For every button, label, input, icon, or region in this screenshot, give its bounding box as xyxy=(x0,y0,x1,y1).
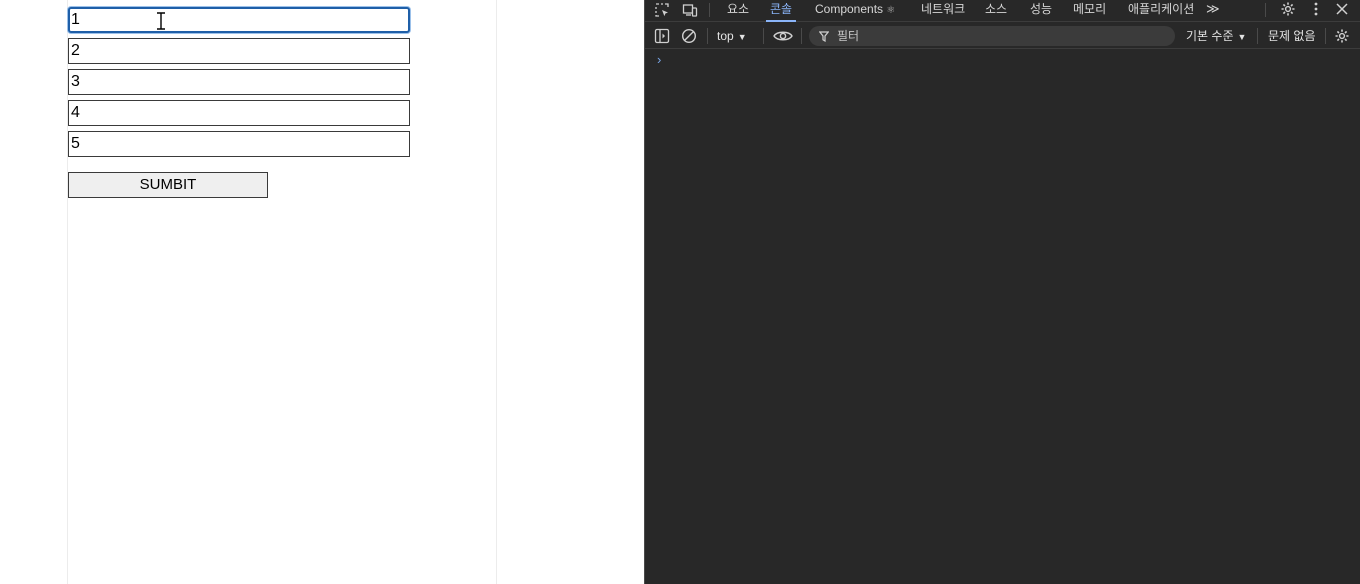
toolbar-separator xyxy=(1257,28,1258,44)
devtools-panel: 요소 콘솔 Components ⚛ 네트워크 소스 성능 메모리 애플리케이션… xyxy=(644,0,1360,584)
toolbar-separator xyxy=(763,28,764,44)
toolbar-separator xyxy=(707,28,708,44)
toolbar-separator xyxy=(1325,28,1326,44)
toolbar-separator xyxy=(801,28,802,44)
tab-elements[interactable]: 요소 xyxy=(727,0,749,22)
eye-icon[interactable] xyxy=(773,27,793,45)
chevron-down-icon: ▼ xyxy=(1237,32,1247,42)
sidebar-toggle-icon[interactable] xyxy=(653,27,671,45)
issues-count[interactable]: 문제 없음 xyxy=(1268,27,1316,45)
tab-sources[interactable]: 소스 xyxy=(985,0,1007,22)
filter-placeholder: 필터 xyxy=(837,29,860,43)
submit-button[interactable]: SUMBIT xyxy=(68,172,268,198)
tab-performance[interactable]: 성능 xyxy=(1030,0,1052,22)
tab-console[interactable]: 콘솔 xyxy=(765,0,797,22)
text-input-4[interactable] xyxy=(68,100,410,126)
chevron-down-icon: ▼ xyxy=(737,32,747,42)
console-prompt-icon[interactable]: › xyxy=(657,52,661,68)
tab-components-label: Components xyxy=(815,2,884,16)
react-icon: ⚛ xyxy=(886,5,896,16)
web-page: SUMBIT xyxy=(0,0,644,584)
filter-funnel-icon xyxy=(817,28,831,44)
text-input-3[interactable] xyxy=(68,69,410,95)
tab-memory[interactable]: 메모리 xyxy=(1073,0,1106,22)
text-cursor-icon xyxy=(155,12,167,30)
context-select[interactable]: top ▼ xyxy=(717,27,747,45)
close-icon[interactable] xyxy=(1333,0,1351,18)
text-input-5[interactable] xyxy=(68,131,410,157)
clear-console-icon[interactable] xyxy=(680,27,698,45)
console-settings-gear-icon[interactable] xyxy=(1333,27,1351,45)
kebab-menu-icon[interactable] xyxy=(1307,0,1325,18)
tab-separator-right xyxy=(1265,3,1266,17)
screen: SUMBIT 요소 콘솔 Components ⚛ 네트워크 소스 성능 메모리… xyxy=(0,0,1360,584)
inspect-icon[interactable] xyxy=(653,1,671,19)
device-toggle-icon[interactable] xyxy=(681,1,699,19)
tab-separator xyxy=(709,3,710,17)
settings-gear-icon[interactable] xyxy=(1279,0,1297,18)
log-level-select[interactable]: 기본 수준 ▼ xyxy=(1186,27,1246,46)
console-toolbar: top ▼ 필터 기본 수준 ▼ 문제 없음 xyxy=(645,23,1360,49)
devtools-tab-bar: 요소 콘솔 Components ⚛ 네트워크 소스 성능 메모리 애플리케이션… xyxy=(645,0,1360,22)
tab-application[interactable]: 애플리케이션 xyxy=(1128,0,1194,22)
layout-guide-right xyxy=(496,0,497,584)
tab-components[interactable]: Components ⚛ xyxy=(815,0,895,22)
log-level-label: 기본 수준 xyxy=(1186,29,1234,43)
text-input-2[interactable] xyxy=(68,38,410,64)
filter-input[interactable]: 필터 xyxy=(809,26,1175,46)
more-tabs-icon[interactable]: ≫ xyxy=(1206,0,1220,22)
text-input-1[interactable] xyxy=(68,7,410,33)
context-select-label: top xyxy=(717,29,734,43)
tab-network[interactable]: 네트워크 xyxy=(921,0,965,22)
